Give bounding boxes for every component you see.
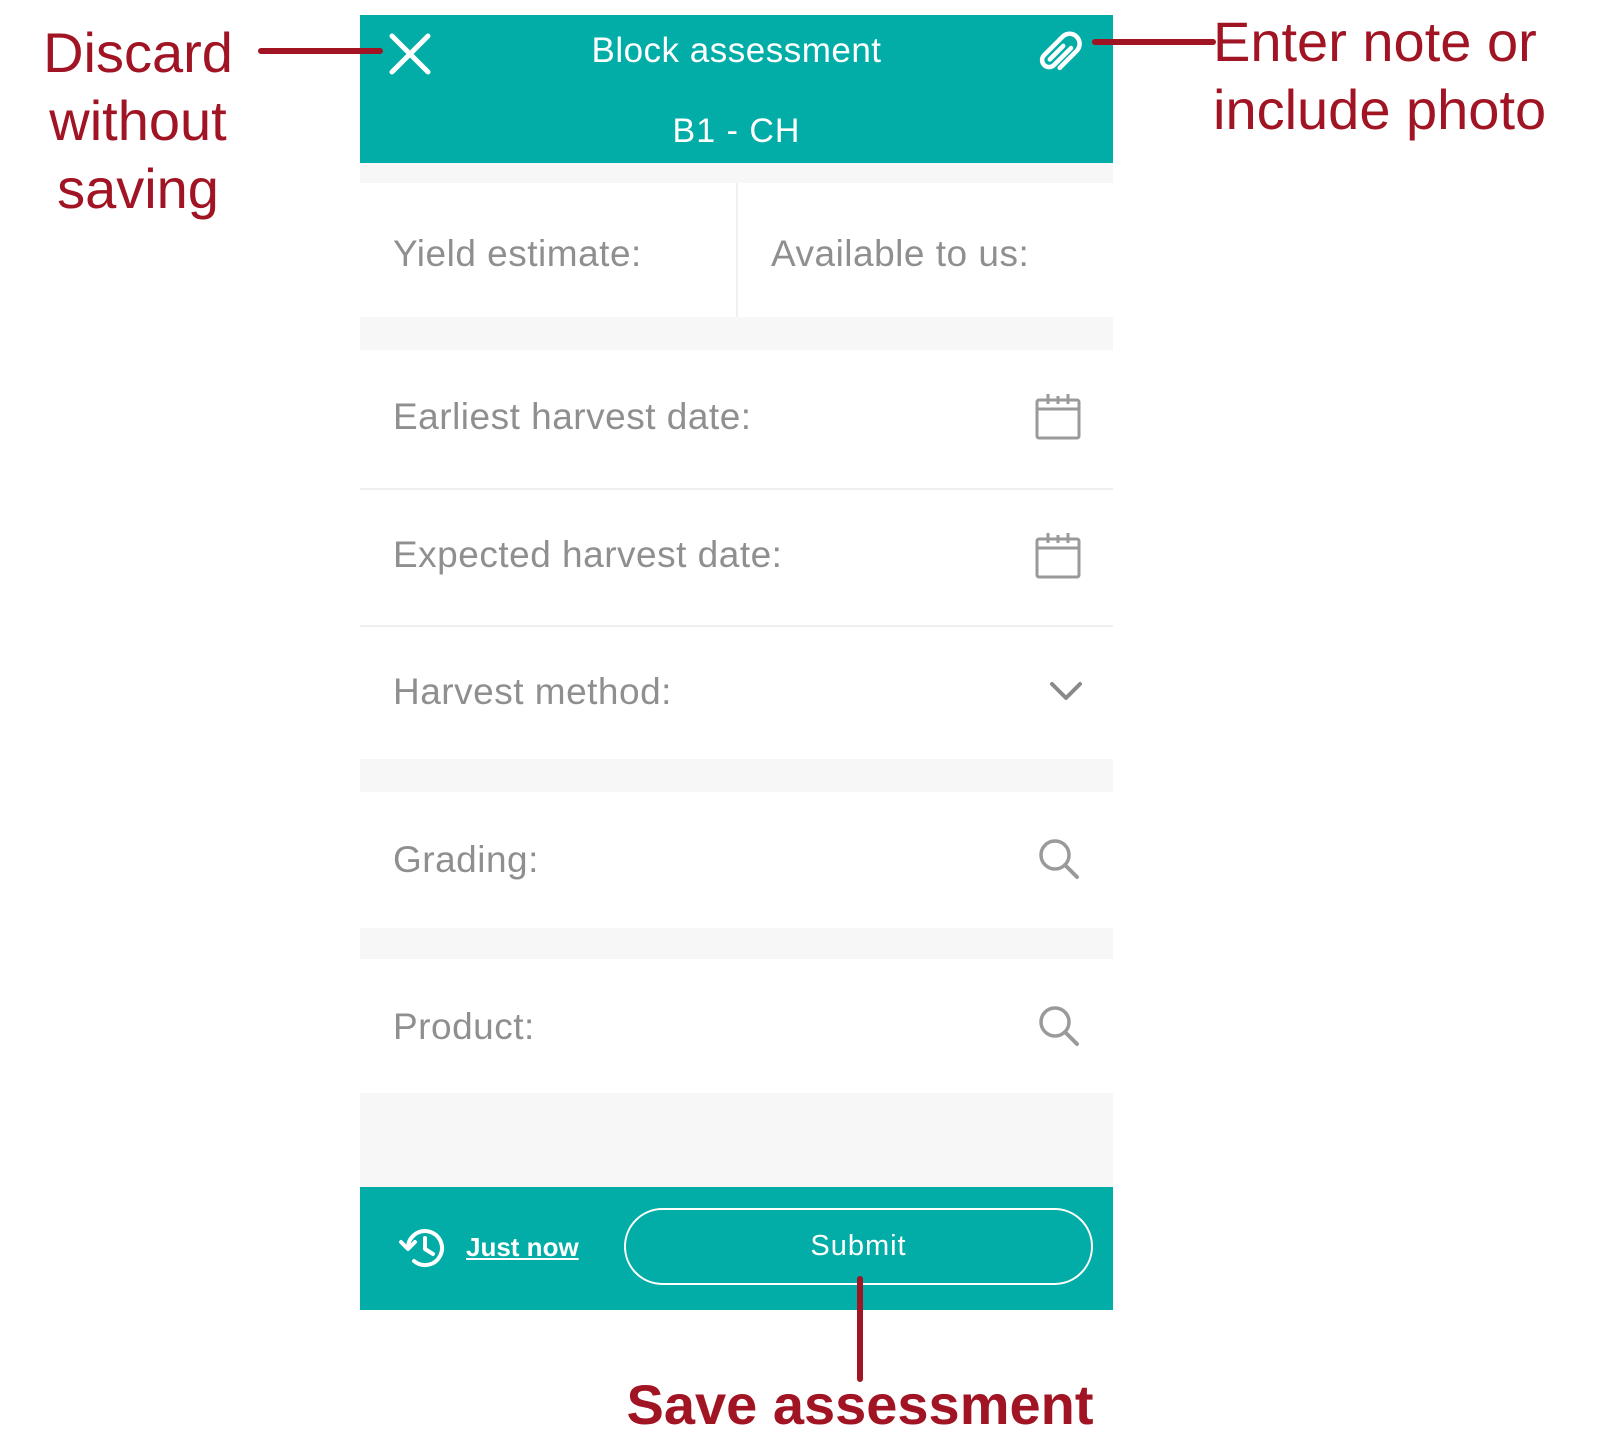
grading-label: Grading: bbox=[393, 839, 539, 880]
note-annotation: Enter note or include photo bbox=[1213, 8, 1613, 144]
history-icon[interactable] bbox=[398, 1223, 448, 1273]
assessment-screen: Block assessment B1 - CH Yield estimate:… bbox=[360, 15, 1113, 1310]
grading-field[interactable]: Grading: bbox=[360, 792, 1113, 928]
annotation-line: Discard bbox=[43, 21, 233, 84]
product-field[interactable]: Product: bbox=[360, 959, 1113, 1093]
attach-button[interactable] bbox=[1033, 27, 1085, 79]
search-icon[interactable] bbox=[1037, 1004, 1081, 1048]
calendar-icon[interactable] bbox=[1035, 392, 1081, 440]
search-icon[interactable] bbox=[1037, 837, 1081, 881]
annotation-line: include photo bbox=[1213, 78, 1547, 141]
last-saved-link[interactable]: Just now bbox=[466, 1232, 579, 1263]
expected-harvest-date-field[interactable]: Expected harvest date: bbox=[360, 490, 1113, 625]
expected-harvest-date-label: Expected harvest date: bbox=[393, 534, 783, 575]
harvest-method-select[interactable]: Harvest method: bbox=[360, 627, 1113, 759]
discard-pointer bbox=[258, 48, 383, 54]
harvest-method-label: Harvest method: bbox=[393, 671, 672, 712]
footer-bar: Just now Submit bbox=[360, 1187, 1113, 1310]
discard-annotation: Discard without saving bbox=[28, 19, 248, 223]
annotation-line: without bbox=[49, 89, 227, 152]
annotation-line: saving bbox=[57, 157, 219, 220]
save-pointer bbox=[857, 1276, 863, 1382]
annotation-line: Enter note or bbox=[1213, 10, 1537, 73]
product-label: Product: bbox=[393, 1006, 535, 1047]
page-title: Block assessment bbox=[591, 31, 882, 70]
block-code: B1 - CH bbox=[672, 112, 801, 150]
available-to-us-field[interactable]: Available to us: bbox=[771, 233, 1029, 275]
paperclip-icon bbox=[1039, 31, 1082, 71]
submit-button[interactable]: Submit bbox=[624, 1208, 1093, 1285]
yield-row: Yield estimate: Available to us: bbox=[360, 183, 1113, 317]
yield-estimate-field[interactable]: Yield estimate: bbox=[393, 233, 642, 275]
note-pointer bbox=[1092, 39, 1216, 45]
chevron-down-icon[interactable] bbox=[1048, 679, 1084, 703]
calendar-icon[interactable] bbox=[1035, 531, 1081, 579]
divider bbox=[736, 183, 738, 317]
earliest-harvest-date-field[interactable]: Earliest harvest date: bbox=[360, 350, 1113, 488]
earliest-harvest-date-label: Earliest harvest date: bbox=[393, 396, 752, 437]
header-bar: Block assessment B1 - CH bbox=[360, 15, 1113, 163]
save-annotation: Save assessment bbox=[626, 1373, 1094, 1436]
